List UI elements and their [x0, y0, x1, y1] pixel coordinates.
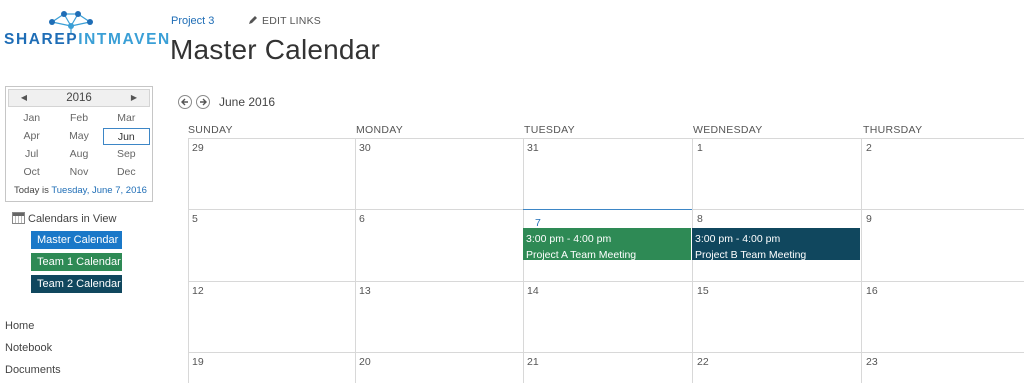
date-cell[interactable]: 23 — [866, 356, 878, 368]
page-title: Master Calendar — [170, 34, 380, 65]
grid-line — [692, 138, 693, 383]
month-jun[interactable]: Jun — [102, 128, 150, 145]
month-nov[interactable]: Nov — [55, 164, 102, 181]
edit-links-button[interactable]: EDIT LINKS — [248, 15, 321, 27]
date-cell[interactable]: 14 — [527, 285, 539, 297]
sharepointmaven-logo[interactable]: SHAREPINTMAVEN — [4, 8, 169, 50]
month-grid: Jan Feb Mar Apr May Jun Jul Aug Sep Oct … — [6, 109, 152, 181]
date-cell[interactable]: 15 — [697, 285, 709, 297]
next-year-icon[interactable]: ▶ — [127, 90, 141, 106]
day-header-wednesday: WEDNESDAY — [693, 124, 763, 136]
date-picker: ◀ 2016 ▶ Jan Feb Mar Apr May Jun Jul Aug… — [5, 86, 153, 202]
grid-line — [188, 138, 1024, 139]
date-cell[interactable]: 21 — [527, 356, 539, 368]
event-time: 3:00 pm - 4:00 pm — [695, 233, 781, 245]
date-cell[interactable]: 31 — [527, 142, 539, 154]
event-time: 3:00 pm - 4:00 pm — [526, 233, 612, 245]
month-navigation: June 2016 — [178, 95, 275, 109]
grid-line — [188, 352, 1024, 353]
month-oct[interactable]: Oct — [8, 164, 55, 181]
breadcrumb-project-3[interactable]: Project 3 — [171, 15, 214, 27]
month-jul[interactable]: Jul — [8, 146, 55, 163]
grid-line — [188, 281, 1024, 282]
team-2-calendar-button[interactable]: Team 2 Calendar — [31, 275, 122, 293]
day-header-thursday: THURSDAY — [863, 124, 923, 136]
nav-documents[interactable]: Documents — [5, 364, 61, 376]
date-cell[interactable]: 22 — [697, 356, 709, 368]
next-month-button[interactable] — [196, 95, 210, 109]
date-cell[interactable]: 2 — [866, 142, 872, 154]
prev-month-button[interactable] — [178, 95, 192, 109]
calendar-icon — [12, 212, 25, 224]
master-calendar-button[interactable]: Master Calendar — [31, 231, 122, 249]
month-feb[interactable]: Feb — [55, 110, 102, 127]
nav-notebook[interactable]: Notebook — [5, 342, 52, 354]
today-text: Today is Tuesday, June 7, 2016 — [6, 181, 152, 196]
date-cell[interactable]: 5 — [192, 213, 198, 225]
date-picker-header: ◀ 2016 ▶ — [8, 89, 150, 107]
date-cell[interactable]: 9 — [866, 213, 872, 225]
month-aug[interactable]: Aug — [55, 146, 102, 163]
team-1-calendar-button[interactable]: Team 1 Calendar — [31, 253, 122, 271]
edit-links-label: EDIT LINKS — [262, 15, 321, 27]
month-mar[interactable]: Mar — [103, 110, 150, 127]
grid-line — [523, 138, 524, 383]
today-highlight — [523, 209, 692, 210]
grid-line — [861, 138, 862, 383]
date-cell[interactable]: 1 — [697, 142, 703, 154]
date-cell[interactable]: 20 — [359, 356, 371, 368]
event-title: Project A Team Meeting — [526, 249, 637, 261]
date-cell[interactable]: 13 — [359, 285, 371, 297]
grid-line — [188, 138, 189, 383]
month-calendar-grid: SUNDAY MONDAY TUESDAY WEDNESDAY THURSDAY… — [170, 124, 1024, 383]
event-title: Project B Team Meeting — [695, 249, 807, 261]
month-may[interactable]: May — [55, 128, 102, 145]
grid-line — [355, 138, 356, 383]
today-link[interactable]: Tuesday, June 7, 2016 — [51, 185, 147, 196]
day-header-tuesday: TUESDAY — [524, 124, 575, 136]
calendars-in-view-header: Calendars in View — [12, 212, 116, 225]
arrow-right-icon — [200, 98, 207, 106]
date-cell[interactable]: 30 — [359, 142, 371, 154]
date-cell[interactable]: 19 — [192, 356, 204, 368]
month-jan[interactable]: Jan — [8, 110, 55, 127]
day-header-monday: MONDAY — [356, 124, 404, 136]
date-cell[interactable]: 6 — [359, 213, 365, 225]
event-project-b-team-meeting[interactable]: 3:00 pm - 4:00 pm Project B Team Meeting — [692, 228, 860, 261]
calendars-in-view-label: Calendars in View — [28, 213, 117, 225]
date-cell[interactable]: 8 — [697, 213, 703, 225]
prev-year-icon[interactable]: ◀ — [17, 90, 31, 106]
month-dec[interactable]: Dec — [103, 164, 150, 181]
arrow-left-icon — [181, 98, 188, 106]
day-header-sunday: SUNDAY — [188, 124, 233, 136]
logo-text-b: INT — [78, 31, 108, 48]
event-project-a-team-meeting[interactable]: 3:00 pm - 4:00 pm Project A Team Meeting — [523, 228, 691, 261]
date-cell[interactable]: 29 — [192, 142, 204, 154]
month-label: June 2016 — [219, 95, 276, 109]
month-sep[interactable]: Sep — [103, 146, 150, 163]
pencil-icon — [249, 16, 257, 24]
month-apr[interactable]: Apr — [8, 128, 55, 145]
date-cell-today[interactable]: 7 — [527, 213, 541, 229]
date-picker-year: 2016 — [66, 92, 92, 104]
date-cell[interactable]: 12 — [192, 285, 204, 297]
logo-text-a: SHAREP — [4, 31, 79, 48]
logo-text-c: MAVEN — [107, 31, 171, 48]
today-prefix: Today is — [14, 185, 52, 196]
logo-wordmark: SHAREPINTMAVEN — [4, 31, 171, 49]
nav-home[interactable]: Home — [5, 320, 34, 332]
date-cell[interactable]: 16 — [866, 285, 878, 297]
